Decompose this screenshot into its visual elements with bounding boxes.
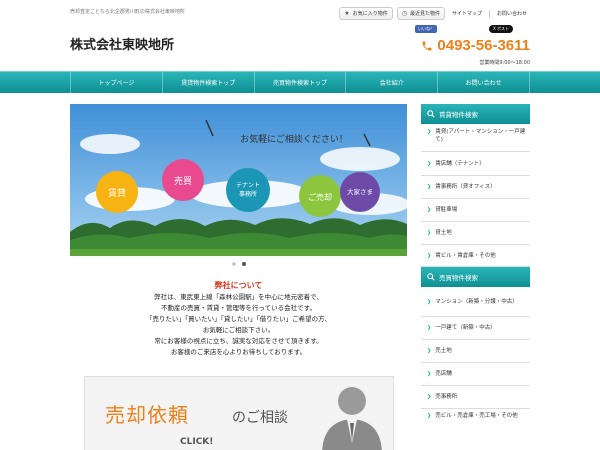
- sidebar-item-sale-land[interactable]: ❯ 売土地: [421, 340, 530, 363]
- chevron-right-icon: ❯: [427, 252, 432, 259]
- sidebar-sale-heading: 売買物件検索: [421, 267, 530, 287]
- sidebar-item-label: 貸土地: [435, 230, 452, 236]
- x-post-button[interactable]: X ポスト: [489, 25, 514, 33]
- hero-bubble-selling: ご売却: [308, 192, 332, 202]
- phone-icon: [422, 41, 432, 50]
- sitemap-link[interactable]: サイトマップ: [449, 8, 485, 19]
- sidebar-item-rent-office[interactable]: ❯ 賃事務所（貸オフィス）: [421, 176, 530, 199]
- sidebar-item-label: 賃店舗（テナント）: [435, 160, 485, 167]
- hero-bubble-owner: 大家さま: [347, 187, 373, 196]
- star-icon: ★: [344, 10, 350, 17]
- social-buttons: いいね！: [415, 25, 437, 33]
- favorites-label: お気に入り物件: [352, 11, 388, 17]
- site-logo[interactable]: 株式会社東映地所: [70, 34, 174, 53]
- sidebar-item-rent-other[interactable]: ❯ 賃ビル・賃倉庫・その他: [421, 245, 530, 267]
- chevron-right-icon: ❯: [427, 160, 432, 167]
- sidebar-item-sale-house[interactable]: ❯ 一戸建て（新築・中古）: [421, 317, 530, 340]
- chevron-right-icon: ❯: [427, 184, 432, 190]
- site-tagline: 売却査定ことなら北企郡男川町の株式会社東映地所: [70, 9, 185, 15]
- chevron-right-icon: ❯: [427, 348, 432, 354]
- sidebar-item-rent-parking[interactable]: ❯ 貸駐車場: [421, 199, 530, 222]
- chevron-right-icon: ❯: [427, 207, 432, 213]
- search-icon: [427, 273, 435, 281]
- about-line: 弊社は、東武東上線「森林公園駅」を中心に地元密着で、: [154, 293, 323, 301]
- sidebar-rent-heading: 賃貸物件検索: [421, 104, 530, 124]
- top-links: ★ お気に入り物件 ◷ 最近見た物件 サイトマップ お問い合わせ: [339, 7, 530, 20]
- about-text: 弊社は、東武東上線「森林公園駅」を中心に地元密着で、 不動産の売買・賃貸・管理等…: [70, 292, 407, 358]
- sidebar: 賃貸物件検索 ❯ 賃貸(アパート・マンション・一戸建て) ❯ 賃店舗（テナント）…: [421, 104, 530, 435]
- sidebar-item-label: 貸駐車場: [435, 207, 458, 213]
- hero-headline: お気軽にご相談ください！: [240, 133, 348, 145]
- hero-slider[interactable]: お気軽にご相談ください！ 賃貸 売買 テナント 事務所 ご売却 大家さま: [70, 104, 407, 256]
- sale-request-banner[interactable]: 売却依頼 のご相談 CLICK!: [84, 376, 394, 450]
- sidebar-item-sale-mansion[interactable]: ❯ マンション（新築・分譲・中古）: [421, 287, 530, 317]
- global-nav: トップページ 賃貸物件検索トップ 売買物件検索トップ 会社紹介 お問い合わせ: [0, 71, 600, 93]
- business-hours: 営業時間9:00～18:00: [479, 60, 530, 66]
- recent-label: 最近見た物件: [409, 11, 440, 17]
- banner-sub-text: のご相談: [232, 410, 288, 426]
- sidebar-item-label: 売事務所: [435, 394, 458, 400]
- hero-bubble-tenant: テナント: [236, 182, 260, 189]
- sidebar-item-rent-land[interactable]: ❯ 貸土地: [421, 222, 530, 245]
- nav-item-rent-search[interactable]: 賃貸物件検索トップ: [161, 72, 254, 93]
- hero-bubble-sale: 売買: [174, 175, 192, 187]
- sidebar-item-sale-store[interactable]: ❯ 売店舗: [421, 363, 530, 386]
- about-line: お客様のご来店を心よりお待ちしております。: [170, 348, 307, 356]
- chevron-right-icon: ❯: [427, 413, 432, 419]
- favorites-button[interactable]: ★ お気に入り物件: [339, 7, 393, 20]
- nav-item-sale-search[interactable]: 売買物件検索トップ: [253, 72, 346, 93]
- nav-item-contact[interactable]: お問い合わせ: [437, 72, 530, 93]
- search-icon: [427, 110, 435, 118]
- phone-text: 0493-56-3611: [437, 37, 530, 54]
- recent-button[interactable]: ◷ 最近見た物件: [396, 7, 445, 20]
- sidebar-item-rent-residential[interactable]: ❯ 賃貸(アパート・マンション・一戸建て): [421, 124, 530, 152]
- chevron-right-icon: ❯: [427, 325, 432, 331]
- about-title: 弊社について: [214, 281, 263, 290]
- sidebar-item-sale-other[interactable]: ❯ 売ビル・売倉庫・売工場・その他: [421, 409, 530, 435]
- sidebar-sale-title: 売買物件検索: [439, 274, 478, 282]
- sidebar-rent-title: 賃貸物件検索: [439, 111, 478, 119]
- facebook-like-button[interactable]: いいね！: [415, 25, 437, 33]
- main-content: お気軽にご相談ください！ 賃貸 売買 テナント 事務所 ご売却 大家さま 弊社に…: [70, 104, 407, 450]
- sidebar-item-rent-store[interactable]: ❯ 賃店舗（テナント）: [421, 152, 530, 176]
- sidebar-item-label: 賃事務所（貸オフィス）: [435, 184, 496, 190]
- nav-item-company[interactable]: 会社紹介: [345, 72, 437, 93]
- sidebar-item-sale-office[interactable]: ❯ 売事務所: [421, 386, 530, 409]
- sidebar-item-label: 賃ビル・賃倉庫・その他: [435, 252, 496, 259]
- chevron-right-icon: ❯: [427, 298, 432, 305]
- sidebar-item-label: マンション（新築・分譲・中古）: [435, 298, 518, 305]
- divider: [488, 9, 490, 18]
- slider-dots: [70, 262, 407, 266]
- hero-bubble-rent: 賃貸: [108, 187, 126, 199]
- businessman-icon: [322, 387, 382, 450]
- hero-image: お気軽にご相談ください！ 賃貸 売買 テナント 事務所 ご売却 大家さま: [70, 104, 407, 256]
- sidebar-item-label: 売ビル・売倉庫・売工場・その他: [435, 413, 518, 419]
- sidebar-item-label: 賃貸(アパート・マンション・一戸建て): [435, 129, 526, 143]
- slider-dot[interactable]: [241, 262, 246, 266]
- nav-item-top[interactable]: トップページ: [70, 72, 162, 93]
- phone-number[interactable]: 0493-56-3611: [421, 37, 530, 54]
- banner-main-text: 売却依頼: [105, 403, 189, 427]
- about-line: 不動産の売買・賃貸・管理等を行っている会社です。: [160, 304, 317, 312]
- banner-click-text: CLICK!: [180, 437, 214, 447]
- hero-bubble-office: 事務所: [239, 190, 257, 198]
- sidebar-item-label: 一戸建て（新築・中古）: [435, 325, 496, 331]
- about-line: 「売りたい」「買いたい」「貸したい」「借りたい」ご希望の方、: [145, 315, 332, 323]
- chevron-right-icon: ❯: [427, 371, 432, 377]
- about-line: 常にお客様の視点に立ち、誠実な対応をさせて頂きます。: [154, 337, 323, 345]
- sidebar-item-label: 売土地: [435, 348, 452, 354]
- contact-link[interactable]: お問い合わせ: [494, 8, 530, 19]
- sidebar-item-label: 売店舗: [435, 371, 452, 377]
- slider-dot[interactable]: [231, 262, 236, 266]
- about-line: お気軽にご相談下さい。: [202, 326, 275, 334]
- chevron-right-icon: ❯: [427, 394, 432, 400]
- chevron-right-icon: ❯: [427, 129, 432, 135]
- clock-icon: ◷: [401, 10, 407, 17]
- chevron-right-icon: ❯: [427, 230, 432, 236]
